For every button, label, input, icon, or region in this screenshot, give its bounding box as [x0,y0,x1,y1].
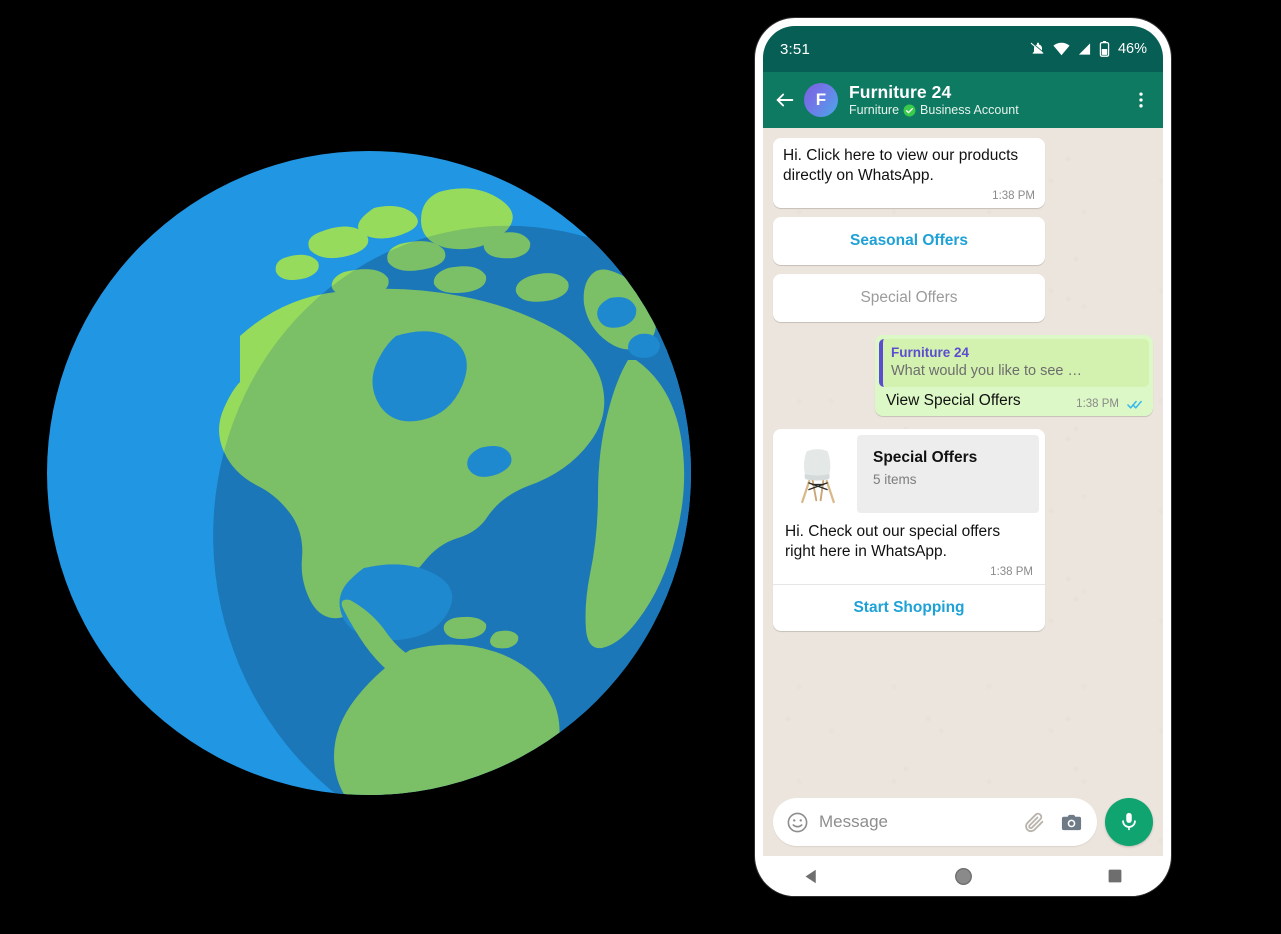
quoted-text: What would you like to see … [891,362,1083,379]
message-row: Seasonal Offers [773,208,1153,265]
status-clock: 3:51 [780,40,810,58]
verified-badge-icon [903,104,916,117]
message-composer: Message [763,790,1163,856]
quoted-message[interactable]: Furniture 24 What would you like to see … [879,338,1149,388]
earth-globe-illustration [44,148,694,798]
message-input-placeholder[interactable]: Message [819,812,1013,832]
paperclip-icon[interactable] [1023,811,1046,834]
message-time: 1:38 PM [1076,398,1119,411]
message-row: Special Offers 5 items Hi. Check out our… [773,416,1153,631]
message-meta: 1:38 PM [785,566,1033,578]
message-time: 1:38 PM [990,565,1033,578]
special-offers-button[interactable]: Special Offers [773,273,1045,322]
seasonal-offers-button[interactable]: Seasonal Offers [773,216,1045,265]
product-card-item-count: 5 items [873,471,917,487]
message-text: Hi. Click here to view our products dire… [783,147,1019,185]
overflow-menu-icon[interactable] [1131,90,1151,110]
status-icons: 46% [1030,41,1147,57]
message-input-pill[interactable]: Message [773,798,1097,846]
wifi-icon [1053,42,1070,56]
product-card-info: Special Offers 5 items [857,435,1039,514]
business-account-label: Business Account [920,103,1019,118]
bell-muted-icon [1030,42,1044,54]
message-row: Hi. Click here to view our products dire… [773,138,1153,208]
start-shopping-button[interactable]: Start Shopping [773,585,1045,631]
android-recents-square-icon[interactable] [1107,868,1123,884]
conversation-area: Hi. Click here to view our products dire… [763,128,1163,856]
message-text: Hi. Check out our special offers right h… [785,523,1001,561]
message-bubble-reply: Furniture 24 What would you like to see … [875,334,1153,417]
status-bar: 3:51 46% [763,26,1163,72]
phone-mockup: 3:51 46% F Furniture 24 Furniture Busine… [755,18,1171,896]
message-row: Furniture 24 What would you like to see … [773,334,1153,417]
product-card-body: Hi. Check out our special offers right h… [773,513,1045,584]
android-navigation-bar [763,856,1163,896]
business-category: Furniture [849,103,900,118]
emoji-smiley-icon[interactable] [786,811,809,834]
avatar[interactable]: F [804,83,838,117]
business-name: Furniture 24 [849,81,952,102]
android-home-circle-icon[interactable] [954,867,973,886]
microphone-icon [1122,812,1136,831]
message-meta: 1:38 PM [783,190,1035,202]
product-card-top: Special Offers 5 items [773,429,1045,514]
message-row: Special Offers [773,265,1153,322]
voice-record-button[interactable] [1105,798,1153,846]
double-check-read-icon [1127,400,1142,409]
product-card: Special Offers 5 items Hi. Check out our… [773,429,1045,631]
product-card-title: Special Offers [873,449,978,467]
message-time: 1:38 PM [992,189,1035,202]
message-text: View Special Offers [886,392,1021,410]
battery-icon [1099,41,1110,57]
business-subtitle: Furniture Business Account [849,103,1131,117]
reply-body: View Special Offers 1:38 PM [879,387,1149,412]
phone-screen: 3:51 46% F Furniture 24 Furniture Busine… [763,26,1163,856]
signal-icon [1078,43,1091,55]
battery-percent: 46% [1117,41,1147,57]
android-back-triangle-icon[interactable] [803,868,820,885]
chat-header-text[interactable]: Furniture 24 Furniture Business Account [849,81,1131,117]
quoted-author: Furniture 24 [891,344,970,360]
chat-header: F Furniture 24 Furniture Business Accoun… [763,72,1163,128]
camera-icon[interactable] [1060,811,1083,834]
back-arrow-icon[interactable] [774,89,796,111]
message-bubble-intro: Hi. Click here to view our products dire… [773,138,1045,208]
chair-product-thumbnail[interactable] [779,435,857,514]
